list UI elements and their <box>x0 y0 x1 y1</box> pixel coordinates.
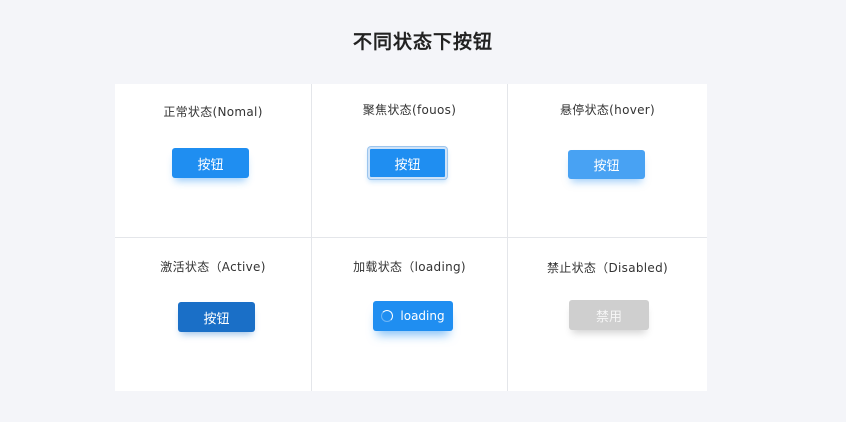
state-label-active: 激活状态（Active) <box>160 260 266 274</box>
loading-button-label: loading <box>400 309 445 323</box>
state-label-hover: 悬停状态(hover) <box>559 103 656 117</box>
normal-button[interactable]: 按钮 <box>172 148 249 178</box>
state-label-focus: 聚焦状态(fouos) <box>362 103 457 117</box>
state-label-normal: 正常状态(Nomal) <box>163 105 263 119</box>
state-cell-hover: 悬停状态(hover) 按钮 <box>508 84 707 238</box>
state-cell-focus: 聚焦状态(fouos) 按钮 <box>312 84 508 238</box>
state-label-disabled: 禁止状态（Disabled) <box>546 261 668 275</box>
disabled-button: 禁用 <box>569 300 649 330</box>
state-label-loading: 加载状态（loading) <box>353 260 466 274</box>
state-cell-normal: 正常状态(Nomal) 按钮 <box>115 84 312 238</box>
spinner-icon <box>381 310 394 322</box>
focus-button[interactable]: 按钮 <box>368 147 447 179</box>
hover-button[interactable]: 按钮 <box>568 150 645 179</box>
loading-button[interactable]: loading <box>373 301 453 331</box>
button-states-panel: 正常状态(Nomal) 按钮 聚焦状态(fouos) 按钮 悬停状态(hover… <box>115 84 707 391</box>
active-button[interactable]: 按钮 <box>178 302 255 332</box>
state-cell-active: 激活状态（Active) 按钮 <box>115 238 312 391</box>
page-title: 不同状态下按钮 <box>352 31 493 53</box>
state-cell-loading: 加载状态（loading) loading <box>312 238 508 391</box>
state-cell-disabled: 禁止状态（Disabled) 禁用 <box>508 238 707 391</box>
